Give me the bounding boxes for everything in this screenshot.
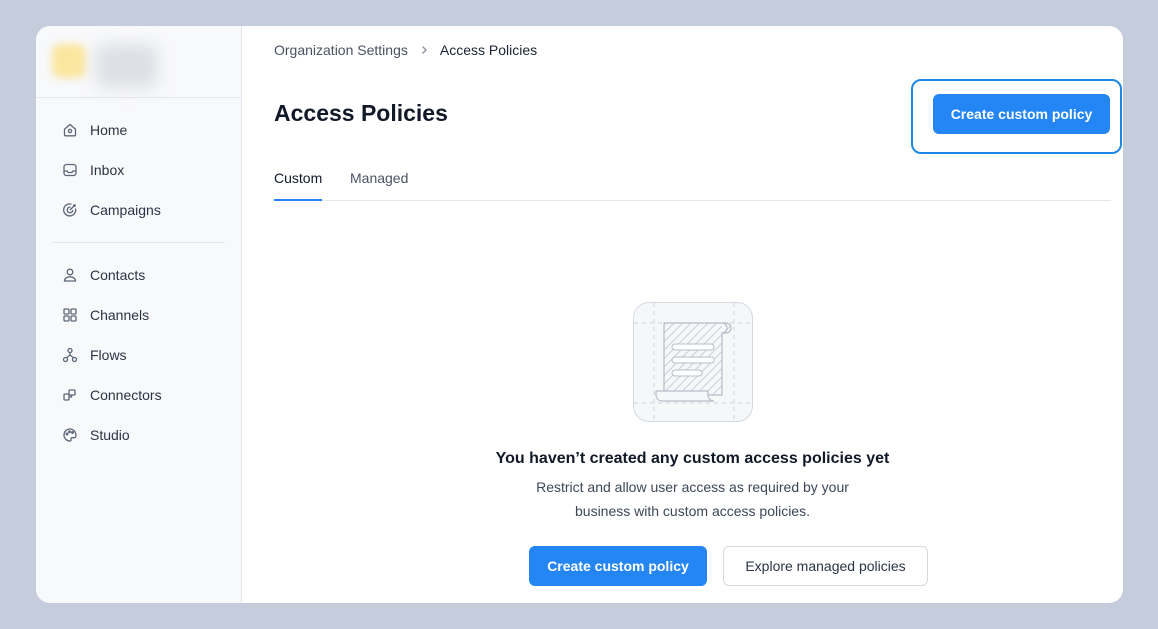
sidebar-item-label: Studio: [90, 427, 130, 443]
target-icon: [62, 202, 78, 218]
policy-tabs: Custom Managed: [274, 170, 1111, 201]
tab-managed[interactable]: Managed: [350, 170, 408, 201]
sidebar-item-inbox[interactable]: Inbox: [52, 150, 225, 190]
sidebar-item-label: Connectors: [90, 387, 162, 403]
primary-nav: Home Inbox Campaigns: [36, 98, 241, 230]
breadcrumb-organization-settings[interactable]: Organization Settings: [274, 42, 408, 58]
workspace-name-blurred: [96, 44, 158, 88]
sidebar-item-label: Flows: [90, 347, 127, 363]
grid-icon: [62, 307, 78, 323]
connector-icon: [62, 387, 78, 403]
sidebar-item-connectors[interactable]: Connectors: [52, 375, 225, 415]
palette-icon: [62, 427, 78, 443]
secondary-nav: Contacts Channels Flows Connectors Studi…: [36, 255, 241, 455]
sidebar: Home Inbox Campaigns Contacts Channels F…: [36, 26, 242, 603]
empty-state-create-policy-button[interactable]: Create custom policy: [529, 546, 707, 586]
explore-managed-policies-button[interactable]: Explore managed policies: [723, 546, 928, 586]
home-icon: [62, 122, 78, 138]
scroll-document-icon: [633, 302, 754, 423]
sidebar-item-label: Channels: [90, 307, 150, 323]
workspace-logo[interactable]: [36, 26, 241, 98]
sidebar-item-flows[interactable]: Flows: [52, 335, 225, 375]
main-content: Organization Settings Access Policies Ac…: [274, 26, 1123, 603]
page-title: Access Policies: [274, 100, 448, 126]
sidebar-item-label: Campaigns: [90, 202, 161, 218]
inbox-icon: [62, 162, 78, 178]
empty-state-title: You haven’t created any custom access po…: [495, 450, 890, 467]
sidebar-item-home[interactable]: Home: [52, 110, 225, 150]
tab-custom[interactable]: Custom: [274, 170, 323, 201]
flow-icon: [62, 347, 78, 363]
sidebar-item-label: Home: [90, 122, 128, 138]
sidebar-divider: [52, 242, 225, 243]
breadcrumb-current: Access Policies: [439, 42, 538, 58]
create-custom-policy-button[interactable]: Create custom policy: [933, 94, 1110, 134]
empty-state-description-line1: Restrict and allow user access as requir…: [536, 479, 849, 495]
app-window: Home Inbox Campaigns Contacts Channels F…: [36, 26, 1123, 603]
empty-state-description-line2: business with custom access policies.: [575, 503, 810, 519]
user-icon: [62, 267, 78, 283]
chevron-right-icon: [418, 44, 430, 56]
empty-state-description: Restrict and allow user access as requir…: [274, 475, 1111, 523]
sidebar-item-campaigns[interactable]: Campaigns: [52, 190, 225, 230]
sidebar-item-label: Contacts: [90, 267, 146, 283]
breadcrumb: Organization Settings Access Policies: [274, 42, 537, 58]
logo-mark: [52, 44, 86, 78]
sidebar-item-contacts[interactable]: Contacts: [52, 255, 225, 295]
sidebar-item-channels[interactable]: Channels: [52, 295, 225, 335]
sidebar-item-studio[interactable]: Studio: [52, 415, 225, 455]
sidebar-item-label: Inbox: [90, 162, 125, 178]
